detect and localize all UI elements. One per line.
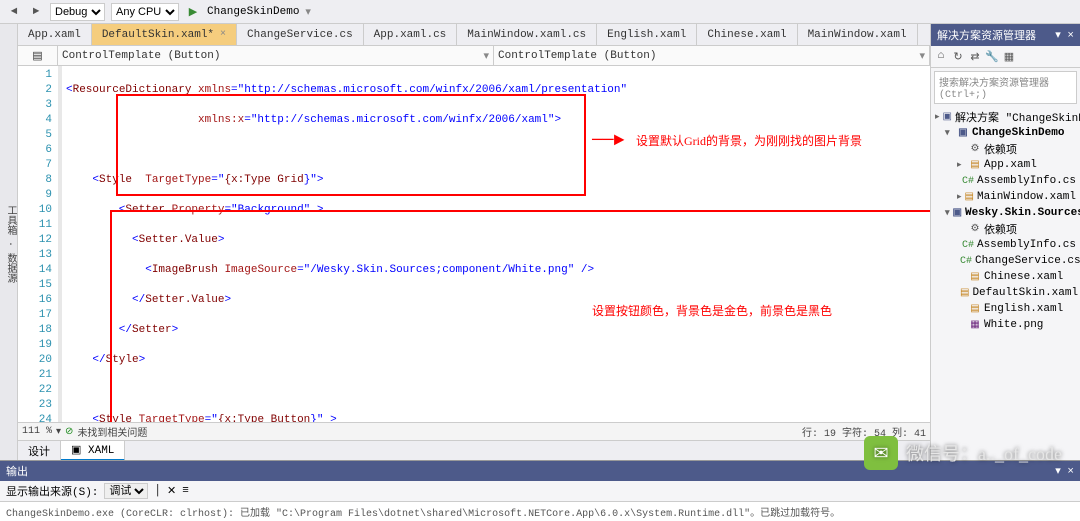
- tree-item-label: White.png: [984, 319, 1043, 331]
- proj-icon: ▣: [957, 127, 969, 139]
- tree-item-label: DefaultSkin.xaml: [972, 287, 1078, 299]
- tree-item[interactable]: ⚙依赖项: [935, 221, 1076, 237]
- show-all-icon[interactable]: ▦: [1002, 50, 1016, 64]
- back-icon[interactable]: ◄: [6, 4, 22, 20]
- main-toolbar: ◄ ► Debug Any CPU ▶ ChangeSkinDemo ▾: [0, 0, 1080, 24]
- run-icon[interactable]: ▶: [185, 4, 201, 20]
- pin-icon[interactable]: ▾ ×: [1055, 28, 1074, 42]
- tree-item-label: App.xaml: [984, 159, 1037, 171]
- ok-icon: ⊘: [65, 426, 73, 438]
- tab-xaml[interactable]: ▣ XAML: [61, 441, 125, 461]
- tree-item-label: AssemblyInfo.cs: [977, 239, 1076, 251]
- solution-toolbar: ⌂ ↻ ⇄ 🔧 ▦: [931, 46, 1080, 68]
- tree-item-label: Wesky.Skin.Sources: [965, 207, 1080, 219]
- output-source-label: 显示输出来源(S):: [6, 483, 98, 499]
- clear-icon[interactable]: ✕: [167, 484, 176, 498]
- tree-item-label: ChangeService.cs: [975, 255, 1080, 267]
- cs-icon: C#: [960, 255, 972, 267]
- tree-item-label: 依赖项: [984, 221, 1017, 237]
- run-target-label: ChangeSkinDemo: [207, 6, 299, 18]
- tree-item[interactable]: ▸▤App.xaml: [935, 157, 1076, 173]
- document-tab[interactable]: App.xaml.cs: [364, 24, 458, 45]
- nav-left-dropdown[interactable]: ControlTemplate (Button)▾: [58, 46, 494, 65]
- refresh-icon[interactable]: ↻: [951, 50, 965, 64]
- code-body[interactable]: <ResourceDictionary xmlns="http://schema…: [62, 66, 930, 422]
- zoom-level[interactable]: 111 %: [22, 426, 52, 437]
- tree-item-label: AssemblyInfo.cs: [977, 175, 1076, 187]
- config-dropdown[interactable]: Debug: [50, 3, 105, 21]
- document-tabs: App.xamlDefaultSkin.xaml*×ChangeService.…: [18, 24, 930, 46]
- line-gutter: 1234567891011121314151617181920212223242…: [18, 66, 62, 422]
- tree-item-label: 依赖项: [984, 141, 1017, 157]
- tree-item[interactable]: ⚙依赖项: [935, 141, 1076, 157]
- tree-item[interactable]: ▤English.xaml: [935, 301, 1076, 317]
- output-panel: 输出 ▾ × 显示输出来源(S): 调试 │ ✕ ≡ ChangeSkinDem…: [0, 460, 1080, 512]
- tree-item[interactable]: ▾▣Wesky.Skin.Sources: [935, 205, 1076, 221]
- solution-icon: ▣: [943, 111, 952, 123]
- solution-explorer: 解决方案资源管理器 ▾ × ⌂ ↻ ⇄ 🔧 ▦ 搜索解决方案资源管理器 (Ctr…: [930, 24, 1080, 460]
- wrench-icon[interactable]: 🔧: [985, 50, 999, 64]
- document-tab[interactable]: MainWindow.xaml: [798, 24, 918, 45]
- wrap-icon[interactable]: ≡: [182, 485, 189, 497]
- tree-item[interactable]: C#AssemblyInfo.cs: [935, 237, 1076, 253]
- tab-design[interactable]: 设计: [18, 441, 61, 461]
- document-tab[interactable]: English.xaml: [597, 24, 697, 45]
- cs-icon: C#: [962, 175, 974, 187]
- document-tab[interactable]: DefaultSkin.xaml*×: [92, 24, 237, 45]
- tree-item[interactable]: C#AssemblyInfo.cs: [935, 173, 1076, 189]
- tree-item[interactable]: C#ChangeService.cs: [935, 253, 1076, 269]
- forward-icon[interactable]: ►: [28, 4, 44, 20]
- tree-item-label: English.xaml: [984, 303, 1063, 315]
- annotation-text-2: 设置按钮颜色，背景色是金色，前景色是黑色: [592, 304, 832, 319]
- solution-explorer-header: 解决方案资源管理器 ▾ ×: [931, 24, 1080, 46]
- ref-icon: ⚙: [969, 143, 981, 155]
- document-tab[interactable]: Chinese.xaml: [697, 24, 797, 45]
- platform-dropdown[interactable]: Any CPU: [111, 3, 179, 21]
- cursor-position: 行: 19 字符: 54 列: 41: [802, 424, 926, 440]
- document-tab[interactable]: MainWindow.xaml.cs: [457, 24, 597, 45]
- nav-right-dropdown[interactable]: ControlTemplate (Button)▾: [494, 46, 930, 65]
- code-nav-bar: ▤ ControlTemplate (Button)▾ ControlTempl…: [18, 46, 930, 66]
- tree-item-label: MainWindow.xaml: [977, 191, 1076, 203]
- left-tool-rail[interactable]: 工具箱 · 数据源: [0, 24, 18, 460]
- home-icon[interactable]: ⌂: [934, 50, 948, 64]
- close-icon[interactable]: ×: [220, 29, 226, 40]
- code-editor[interactable]: 1234567891011121314151617181920212223242…: [18, 66, 930, 422]
- tree-item[interactable]: ▾▣ChangeSkinDemo: [935, 125, 1076, 141]
- solution-tree[interactable]: ▸▣ 解决方案 "ChangeSkinDemo" (2 个 ▾▣ChangeSk…: [931, 107, 1080, 460]
- img-icon: ▦: [969, 319, 981, 331]
- tree-item-label: ChangeSkinDemo: [972, 127, 1064, 139]
- sync-icon[interactable]: ⇄: [968, 50, 982, 64]
- pin-icon[interactable]: ▾ ×: [1055, 464, 1074, 478]
- proj-icon: ▣: [953, 207, 962, 219]
- tree-item[interactable]: ▦White.png: [935, 317, 1076, 333]
- issues-label: 未找到相关问题: [77, 424, 147, 440]
- editor-status-bar: 111 % ▾ ⊘ 未找到相关问题 行: 19 字符: 54 列: 41: [18, 422, 930, 440]
- document-tab[interactable]: ChangeService.cs: [237, 24, 364, 45]
- xaml-icon: ▤: [960, 287, 969, 299]
- xaml-icon: ▤: [969, 303, 981, 315]
- document-tab[interactable]: App.xaml: [18, 24, 92, 45]
- xaml-icon: ▤: [969, 271, 981, 283]
- tree-item[interactable]: ▤Chinese.xaml: [935, 269, 1076, 285]
- tree-item[interactable]: ▸▤MainWindow.xaml: [935, 189, 1076, 205]
- tree-solution-root[interactable]: ▸▣ 解决方案 "ChangeSkinDemo" (2 个: [935, 109, 1076, 125]
- tree-item-label: Chinese.xaml: [984, 271, 1063, 283]
- tree-item[interactable]: ▤DefaultSkin.xaml: [935, 285, 1076, 301]
- solution-search-input[interactable]: 搜索解决方案资源管理器 (Ctrl+;): [934, 71, 1077, 104]
- annotation-text-1: 设置默认Grid的背景，为刚刚找的图片背景: [636, 134, 862, 149]
- output-source-dropdown[interactable]: 调试: [104, 483, 148, 499]
- ref-icon: ⚙: [969, 223, 981, 235]
- designer-tabs: 设计 ▣ XAML: [18, 440, 930, 460]
- output-header: 输出 ▾ ×: [0, 461, 1080, 481]
- xaml-icon: ▤: [965, 191, 974, 203]
- cs-icon: C#: [962, 239, 974, 251]
- output-toolbar: 显示输出来源(S): 调试 │ ✕ ≡: [0, 481, 1080, 502]
- nav-icon[interactable]: ▤: [18, 46, 58, 65]
- xaml-icon: ▤: [969, 159, 981, 171]
